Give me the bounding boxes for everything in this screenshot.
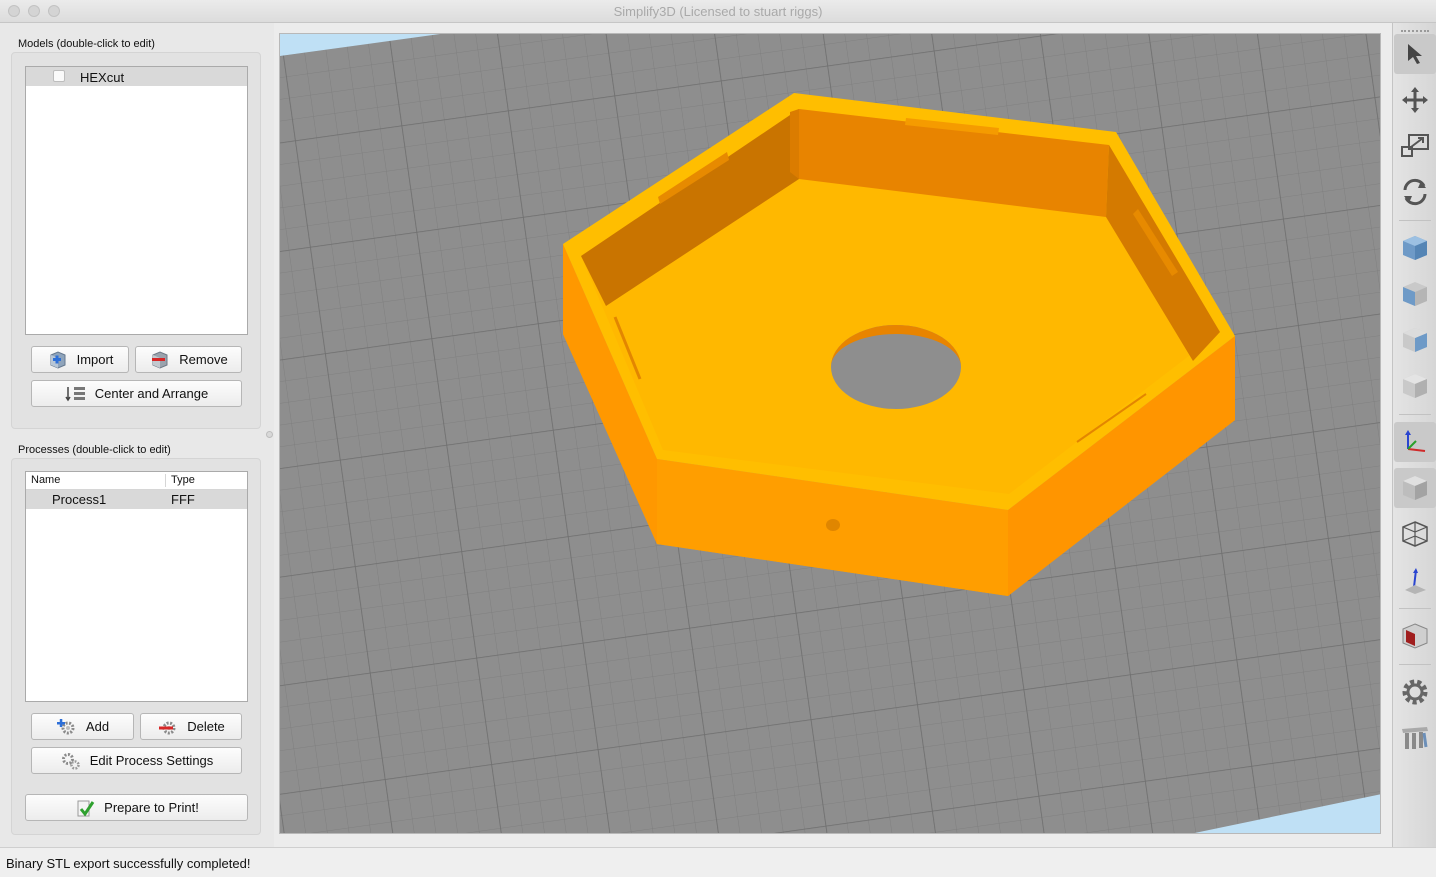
view-front-icon [1403,282,1427,306]
center-and-arrange-label: Center and Arrange [94,386,209,401]
panel-splitter-handle[interactable] [266,431,273,438]
window-title: Simplify3D (Licensed to stuart riggs) [613,4,823,19]
solid-view-button[interactable] [1394,468,1436,508]
side-view-button[interactable] [1394,366,1436,406]
axes-icon [1405,430,1426,452]
import-label: Import [76,352,114,367]
title-bar: Simplify3D (Licensed to stuart riggs) [0,0,1436,23]
remove-cube-icon [149,350,171,370]
support-icon [1402,727,1428,749]
view-iso-icon [1403,236,1427,260]
import-cube-icon [47,350,69,370]
3d-viewport[interactable] [279,33,1381,834]
view-toolbar [1392,23,1436,847]
model-name: HEXcut [80,70,125,85]
solid-view-icon [1403,476,1427,500]
iso-view-button[interactable] [1394,228,1436,268]
processes-table-header: Name Type [26,472,247,490]
view-top-icon [1403,328,1427,352]
type-column-header[interactable]: Type [171,474,195,486]
view-side-icon [1403,374,1427,398]
center-and-arrange-button[interactable]: Center and Arrange [31,380,242,407]
model-row[interactable]: HEXcut [26,67,247,86]
select-tool[interactable] [1394,34,1436,74]
status-message: Binary STL export successfully completed… [6,856,251,871]
name-column-header[interactable]: Name [31,474,60,486]
process-name-cell: Process1 [52,492,107,507]
move-icon [1402,87,1428,113]
import-button[interactable]: Import [31,346,129,373]
build-volume-icon [1405,568,1426,594]
front-view-button[interactable] [1394,274,1436,314]
wireframe-icon [1402,521,1428,547]
arrange-icon [65,384,87,404]
edit-process-settings-button[interactable]: Edit Process Settings [31,747,242,774]
delete-label: Delete [187,719,225,734]
support-tool-button[interactable] [1394,718,1436,758]
build-plate-scene [280,34,1380,833]
scale-tool[interactable] [1394,126,1436,166]
edit-gears-icon [60,751,82,771]
cross-section-icon [1402,623,1428,649]
model-checkbox[interactable] [53,70,65,82]
processes-table[interactable]: Name Type Process1 FFF [25,471,248,702]
add-gear-icon [56,717,78,737]
toolbar-grip[interactable] [1401,30,1429,32]
scale-icon [1401,134,1429,157]
move-tool[interactable] [1394,80,1436,120]
side-hole [826,519,840,531]
prepare-to-print-label: Prepare to Print! [104,800,199,815]
prepare-to-print-button[interactable]: Prepare to Print! [25,794,248,821]
models-section-label: Models (double-click to edit) [18,38,155,50]
toggle-axes-button[interactable] [1394,422,1436,462]
settings-button[interactable] [1394,672,1436,712]
models-list[interactable]: HEXcut [25,66,248,335]
table-row[interactable]: Process1 FFF [26,490,247,509]
rotate-icon [1403,178,1427,206]
top-view-button[interactable] [1394,320,1436,360]
settings-gear-icon [1402,679,1428,705]
wireframe-view-button[interactable] [1394,514,1436,554]
process-type-cell: FFF [171,492,195,507]
column-divider [165,474,166,487]
build-volume-button[interactable] [1394,560,1436,600]
remove-label: Remove [179,352,228,367]
cross-section-button[interactable] [1394,616,1436,656]
add-process-button[interactable]: Add [31,713,134,740]
remove-button[interactable]: Remove [135,346,242,373]
status-bar: Binary STL export successfully completed… [0,847,1436,877]
edit-process-settings-label: Edit Process Settings [89,753,214,768]
inner-corner [790,109,799,179]
delete-gear-icon [157,717,179,737]
checklist-icon [74,798,96,818]
processes-section-label: Processes (double-click to edit) [18,444,171,456]
delete-process-button[interactable]: Delete [140,713,242,740]
add-label: Add [85,719,110,734]
select-icon [1408,44,1422,64]
rotate-tool[interactable] [1394,172,1436,212]
